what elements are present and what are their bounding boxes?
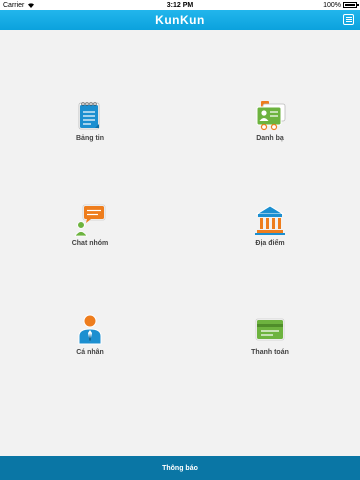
app-header: KunKun — [0, 10, 360, 30]
notifications-label: Thông báo — [162, 464, 198, 472]
carrier-label: Carrier — [3, 1, 25, 9]
battery-percent: 100% — [323, 1, 341, 9]
status-right: 100% — [323, 1, 359, 9]
battery-icon — [343, 2, 359, 8]
chat-bubble-icon — [74, 204, 106, 237]
wifi-icon — [28, 3, 35, 8]
tile-label: Danh bạ — [256, 135, 284, 142]
contacts-icon — [256, 101, 286, 131]
tile-label: Địa điểm — [255, 240, 285, 247]
status-left: Carrier — [3, 2, 35, 9]
status-time: 3:12 PM — [166, 1, 194, 9]
tile-label: Thanh toán — [251, 349, 289, 356]
tile-chat-nhom[interactable]: Chat nhóm — [45, 203, 135, 263]
notepad-icon — [78, 102, 100, 130]
person-icon — [78, 314, 102, 345]
status-bar: Carrier 3:12 PM 100% — [0, 0, 360, 10]
tile-label: Chat nhóm — [71, 240, 109, 247]
notifications-bar[interactable]: Thông báo — [0, 456, 360, 480]
tile-label: Cá nhân — [76, 349, 104, 356]
hamburger-menu-icon[interactable] — [343, 14, 354, 25]
payment-card-icon — [255, 318, 285, 341]
tile-bang-tin[interactable]: Bảng tin — [45, 98, 135, 158]
tile-thanh-toan[interactable]: Thanh toán — [225, 312, 315, 372]
tile-dia-diem[interactable]: Địa điểm — [225, 203, 315, 263]
tile-ca-nhan[interactable]: Cá nhân — [45, 312, 135, 372]
tile-label: Bảng tin — [76, 135, 104, 142]
app-title: KunKun — [155, 13, 205, 27]
building-icon — [255, 205, 285, 235]
tile-danh-ba[interactable]: Danh bạ — [225, 98, 315, 158]
